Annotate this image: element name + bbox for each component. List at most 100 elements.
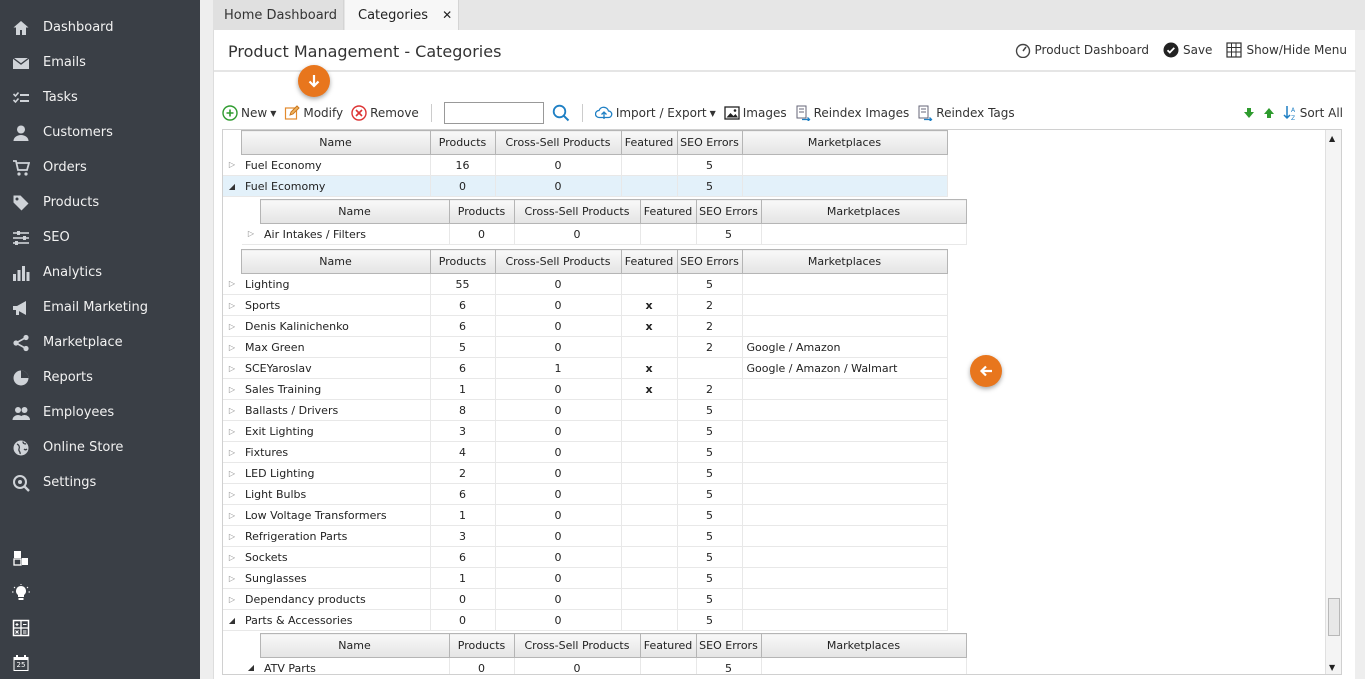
table-row[interactable]: ▷ Exit Lighting 3 0 5 — [223, 420, 948, 442]
expand-icon[interactable]: ▷ — [223, 294, 241, 316]
table-row[interactable]: ▷ Refrigeration Parts 3 0 5 — [223, 525, 948, 547]
column-header-products[interactable]: Products — [429, 249, 496, 274]
sidebar-item-marketplace[interactable]: Marketplace — [0, 325, 200, 360]
expand-icon[interactable]: ▷ — [223, 420, 241, 442]
column-header-cross-sell-products[interactable]: Cross-Sell Products — [494, 130, 622, 155]
expand-icon[interactable]: ▷ — [223, 441, 241, 463]
table-row[interactable]: ▷ Light Bulbs 6 0 5 — [223, 483, 948, 505]
table-row[interactable]: ▷ Sports 6 0 x 2 — [223, 294, 948, 316]
reindex-images-button[interactable]: Reindex Images — [795, 105, 909, 121]
table-row[interactable]: ▷ Sockets 6 0 5 — [223, 546, 948, 568]
sidebar-item-emails[interactable]: Emails — [0, 45, 200, 80]
tab-home-dashboard[interactable]: Home Dashboard — [213, 0, 344, 30]
expand-icon[interactable]: ▷ — [242, 223, 260, 245]
table-row[interactable]: ▷ Sales Training 1 0 x 2 — [223, 378, 948, 400]
column-header-marketplaces[interactable]: Marketplaces — [741, 130, 948, 155]
sidebar-item-tasks[interactable]: Tasks — [0, 80, 200, 115]
column-header-name[interactable]: Name — [259, 633, 450, 658]
product-dashboard-button[interactable]: Product Dashboard — [1015, 42, 1149, 58]
table-row[interactable]: ▷ Denis Kalinichenko 6 0 x 2 — [223, 315, 948, 337]
collapse-icon[interactable]: ◢ — [242, 657, 260, 674]
show-hide-menu-button[interactable]: Show/Hide Menu — [1226, 42, 1347, 58]
back-fab[interactable] — [970, 355, 1002, 387]
column-header-name[interactable]: Name — [240, 130, 431, 155]
table-row[interactable]: ▷ Air Intakes / Filters 0 0 5 — [242, 223, 967, 245]
expand-icon[interactable]: ▷ — [223, 154, 241, 176]
table-row[interactable]: ▷ Max Green 5 0 2 Google / Amazon — [223, 336, 948, 358]
import-export-button[interactable]: Import / Export ▼ — [594, 105, 716, 121]
search-input[interactable] — [443, 102, 544, 124]
expand-icon[interactable]: ▷ — [223, 315, 241, 337]
column-header-marketplaces[interactable]: Marketplaces — [760, 633, 967, 658]
table-row[interactable]: ▷ Low Voltage Transformers 1 0 5 — [223, 504, 948, 526]
column-header-products[interactable]: Products — [448, 199, 515, 224]
table-row[interactable]: ▷ Ballasts / Drivers 8 0 5 — [223, 399, 948, 421]
search-icon[interactable] — [552, 104, 570, 122]
expand-icon[interactable]: ▷ — [223, 588, 241, 610]
column-header-cross-sell-products[interactable]: Cross-Sell Products — [494, 249, 622, 274]
column-header-seo-errors[interactable]: SEO Errors — [676, 130, 743, 155]
column-header-marketplaces[interactable]: Marketplaces — [741, 249, 948, 274]
column-header-name[interactable]: Name — [259, 199, 450, 224]
move-down-icon[interactable] — [1243, 107, 1255, 119]
sort-all-button[interactable]: AZ Sort All — [1283, 105, 1343, 121]
windows-icon[interactable] — [12, 549, 30, 567]
column-header-products[interactable]: Products — [448, 633, 515, 658]
column-header-seo-errors[interactable]: SEO Errors — [695, 633, 762, 658]
sidebar-item-online-store[interactable]: Online Store — [0, 430, 200, 465]
expand-icon[interactable]: ▷ — [223, 567, 241, 589]
expand-icon[interactable]: ▷ — [223, 546, 241, 568]
table-row[interactable]: ◢ ATV Parts 0 0 5 — [242, 657, 967, 674]
column-header-featured[interactable]: Featured — [639, 633, 697, 658]
sidebar-item-orders[interactable]: Orders — [0, 150, 200, 185]
sidebar-item-dashboard[interactable]: Dashboard — [0, 10, 200, 45]
expand-icon[interactable]: ▷ — [223, 483, 241, 505]
sidebar-item-employees[interactable]: Employees — [0, 395, 200, 430]
column-header-marketplaces[interactable]: Marketplaces — [760, 199, 967, 224]
expand-icon[interactable]: ▷ — [223, 525, 241, 547]
new-button[interactable]: New ▼ — [222, 105, 276, 121]
table-row[interactable]: ▷ LED Lighting 2 0 5 — [223, 462, 948, 484]
expand-icon[interactable]: ▷ — [223, 357, 241, 379]
table-row[interactable]: ◢ Fuel Ecomomy 0 0 5 — [223, 175, 948, 197]
lightbulb-icon[interactable] — [12, 584, 30, 602]
expand-icon[interactable]: ▷ — [223, 336, 241, 358]
sidebar-item-analytics[interactable]: Analytics — [0, 255, 200, 290]
column-header-cross-sell-products[interactable]: Cross-Sell Products — [513, 199, 641, 224]
scroll-up-icon[interactable]: ▲ — [1329, 134, 1335, 143]
scrollbar-thumb[interactable] — [1328, 598, 1340, 636]
modify-button[interactable]: Modify — [284, 105, 343, 121]
column-header-seo-errors[interactable]: SEO Errors — [695, 199, 762, 224]
images-button[interactable]: Images — [724, 105, 787, 121]
expand-icon[interactable]: ▷ — [223, 273, 241, 295]
move-up-icon[interactable] — [1263, 107, 1275, 119]
table-row[interactable]: ▷ Lighting 55 0 5 — [223, 273, 948, 295]
vertical-scrollbar[interactable]: ▲ ▼ — [1325, 130, 1341, 674]
column-header-name[interactable]: Name — [240, 249, 431, 274]
table-row[interactable]: ◢ Parts & Accessories 0 0 5 — [223, 609, 948, 631]
table-row[interactable]: ▷ Fuel Economy 16 0 5 — [223, 154, 948, 176]
sidebar-item-products[interactable]: Products — [0, 185, 200, 220]
column-header-cross-sell-products[interactable]: Cross-Sell Products — [513, 633, 641, 658]
column-header-seo-errors[interactable]: SEO Errors — [676, 249, 743, 274]
sidebar-item-customers[interactable]: Customers — [0, 115, 200, 150]
expand-icon[interactable]: ▷ — [223, 399, 241, 421]
expand-icon[interactable]: ▷ — [223, 378, 241, 400]
column-header-products[interactable]: Products — [429, 130, 496, 155]
table-row[interactable]: ▷ Fixtures 4 0 5 — [223, 441, 948, 463]
close-icon[interactable]: ✕ — [442, 8, 452, 22]
table-row[interactable]: ▷ SCEYaroslav 6 1 x Google / Amazon / Walmart — [223, 357, 948, 379]
expand-icon[interactable]: ▷ — [223, 462, 241, 484]
save-button[interactable]: Save — [1163, 42, 1212, 58]
scroll-down-icon[interactable]: ▼ — [1329, 663, 1335, 672]
table-row[interactable]: ▷ Dependancy products 0 0 5 — [223, 588, 948, 610]
column-header-featured[interactable]: Featured — [620, 130, 678, 155]
column-header-featured[interactable]: Featured — [620, 249, 678, 274]
sidebar-item-reports[interactable]: Reports — [0, 360, 200, 395]
sidebar-item-settings[interactable]: Settings — [0, 465, 200, 500]
expand-icon[interactable]: ▷ — [223, 504, 241, 526]
column-header-featured[interactable]: Featured — [639, 199, 697, 224]
scroll-down-fab[interactable] — [298, 65, 330, 97]
collapse-icon[interactable]: ◢ — [223, 175, 241, 197]
calendar-icon[interactable]: 25 — [12, 654, 30, 672]
